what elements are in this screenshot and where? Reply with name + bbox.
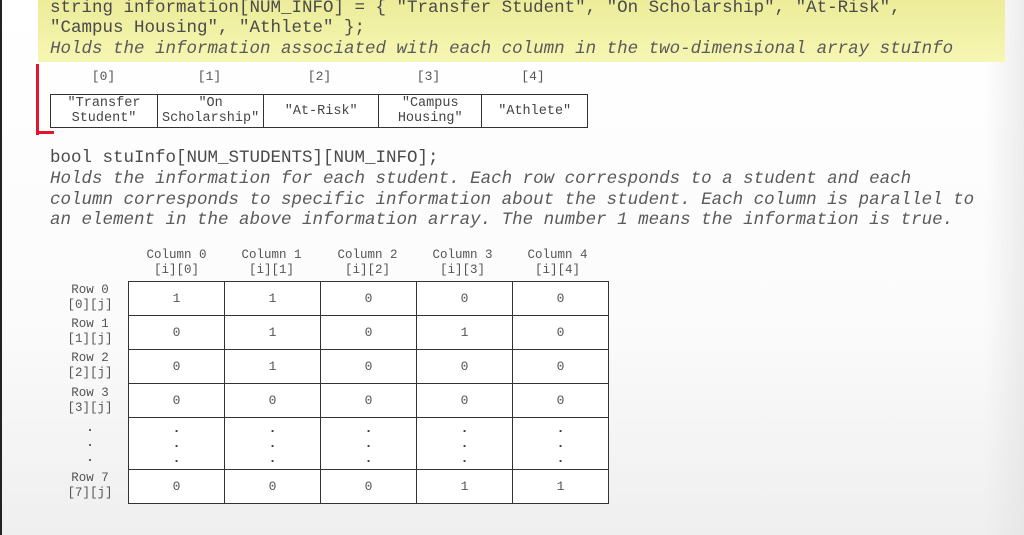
grid-row-1: 0 1 0 1 0 xyxy=(128,315,609,350)
cell-2-0: 0 xyxy=(128,349,225,384)
cell-3-1: 0 xyxy=(224,383,321,418)
grid-row-0: 1 1 0 0 0 xyxy=(128,281,609,316)
cell-2-2: 0 xyxy=(320,349,417,384)
cell-7-4: 1 xyxy=(512,469,609,504)
info-cell-2: "At-Risk" xyxy=(263,94,380,128)
cell-3-0: 0 xyxy=(128,383,225,418)
row-header-7: Row 7 [7][j] xyxy=(67,471,113,500)
cell-1-0: 0 xyxy=(128,315,225,350)
cell-3-3: 0 xyxy=(416,383,513,418)
row-header-2: Row 2 [2][j] xyxy=(67,351,113,380)
cell-1-3: 1 xyxy=(416,315,513,350)
cell-1-1: 1 xyxy=(224,315,321,350)
stuinfo-grid: 1 1 0 0 0 0 1 0 1 0 0 1 0 0 0 0 0 0 0 0 … xyxy=(128,281,609,504)
row-header-0: Row 0 [0][j] xyxy=(67,283,113,312)
row-header-1: Row 1 [1][j] xyxy=(67,317,113,346)
cell-2-4: 0 xyxy=(512,349,609,384)
stuinfo-declaration: bool stuInfo[NUM_STUDENTS][NUM_INFO]; xyxy=(50,148,439,168)
cell-1-2: 0 xyxy=(320,315,417,350)
cell-0-1: 1 xyxy=(224,281,321,316)
grid-row-ellipsis: . . . . . . . . . . . . . . . xyxy=(128,417,609,470)
stuinfo-comment-line-1: Holds the information for each student. … xyxy=(50,169,912,189)
cell-0-4: 0 xyxy=(512,281,609,316)
cell-0-3: 0 xyxy=(416,281,513,316)
cell-2-1: 1 xyxy=(224,349,321,384)
ellipsis-cell-3: . . . xyxy=(416,417,513,470)
column-header-3: Column 3 [i][3] xyxy=(432,248,493,277)
info-cell-0: "Transfer Student" xyxy=(50,94,158,128)
red-bracket-annotation-foot xyxy=(36,131,54,134)
cell-3-2: 0 xyxy=(320,383,417,418)
info-cell-1: "On Scholarship" xyxy=(156,94,265,128)
window-left-edge xyxy=(0,0,2,535)
column-header-0: Column 0 [i][0] xyxy=(146,248,207,277)
cell-2-3: 0 xyxy=(416,349,513,384)
info-index-3: [3] xyxy=(416,69,441,84)
cell-1-4: 0 xyxy=(512,315,609,350)
red-bracket-annotation xyxy=(36,64,39,135)
info-cell-3: "Campus Housing" xyxy=(378,94,483,128)
info-index-4: [4] xyxy=(521,69,545,84)
cell-0-0: 1 xyxy=(128,281,225,316)
grid-row-7: 0 0 0 1 1 xyxy=(128,469,609,504)
info-index-2: [2] xyxy=(307,69,332,84)
cell-7-3: 1 xyxy=(416,469,513,504)
information-declaration-line-2: "Campus Housing", "Athlete" }; xyxy=(50,18,366,38)
grid-row-2: 0 1 0 0 0 xyxy=(128,349,609,384)
row-header-ellipsis: . . . xyxy=(86,420,94,465)
cell-7-1: 0 xyxy=(224,469,321,504)
grid-row-3: 0 0 0 0 0 xyxy=(128,383,609,418)
column-header-1: Column 1 [i][1] xyxy=(241,248,302,277)
ellipsis-cell-0: . . . xyxy=(128,417,225,470)
information-declaration-line-1: string information[NUM_INFO] = { "Transf… xyxy=(50,0,901,18)
cell-3-4: 0 xyxy=(512,383,609,418)
cell-7-0: 0 xyxy=(128,469,225,504)
information-comment: Holds the information associated with ea… xyxy=(50,39,954,59)
stuinfo-comment-line-2: column corresponds to specific informati… xyxy=(50,190,975,210)
info-index-0: [0] xyxy=(91,69,116,84)
info-index-1: [1] xyxy=(197,69,222,84)
information-array-table: "Transfer Student" "On Scholarship" "At-… xyxy=(50,94,589,128)
cell-7-2: 0 xyxy=(320,469,417,504)
ellipsis-cell-2: . . . xyxy=(320,417,417,470)
stuinfo-comment-line-3: an element in the above information arra… xyxy=(50,210,954,230)
cell-0-2: 0 xyxy=(320,281,417,316)
ellipsis-cell-1: . . . xyxy=(224,417,321,470)
ellipsis-cell-4: . . . xyxy=(512,417,609,470)
column-header-4: Column 4 [i][4] xyxy=(527,248,588,277)
background-fade xyxy=(984,0,1024,535)
row-header-3: Row 3 [3][j] xyxy=(67,386,113,415)
info-cell-4: "Athlete" xyxy=(481,94,589,128)
column-header-2: Column 2 [i][2] xyxy=(337,248,398,277)
